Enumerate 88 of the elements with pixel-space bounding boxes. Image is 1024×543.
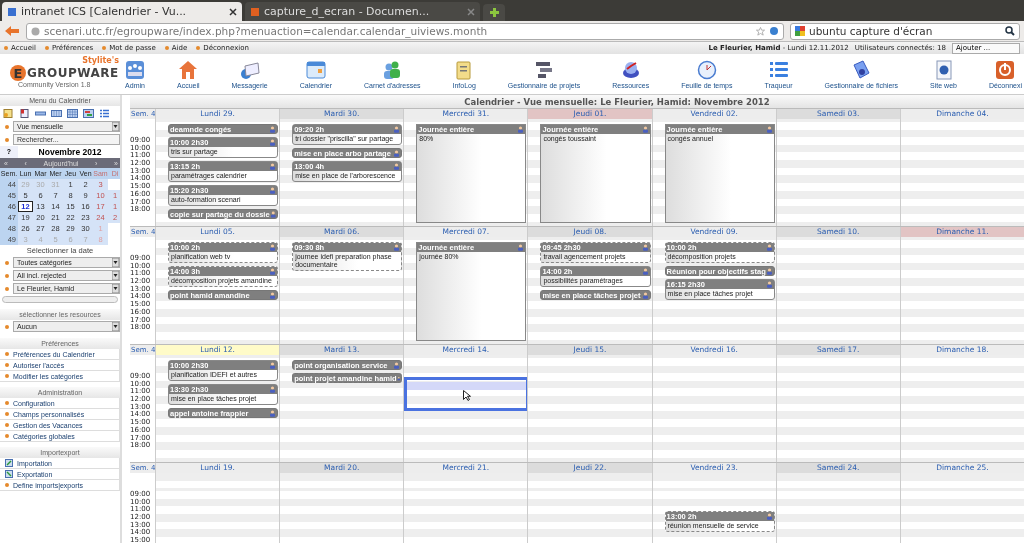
- new-tab-button[interactable]: [483, 4, 505, 21]
- logo-tagline: Stylite's: [82, 56, 119, 65]
- user-icon: [393, 244, 401, 251]
- user-icon: [269, 163, 277, 170]
- day-cell[interactable]: [899, 355, 1024, 462]
- caret-icon: [112, 122, 119, 131]
- user-icon: [269, 386, 277, 393]
- page-icon: [250, 6, 260, 17]
- user-icon: [641, 244, 649, 251]
- day-cell[interactable]: [651, 355, 776, 462]
- page-icon: [7, 6, 17, 17]
- bookmark-icon[interactable]: [19, 108, 30, 118]
- close-icon[interactable]: [229, 7, 237, 16]
- user-icon: [517, 126, 525, 133]
- day-cell[interactable]: [527, 473, 652, 543]
- day-cell[interactable]: [899, 119, 1024, 226]
- day-cell[interactable]: [899, 473, 1024, 543]
- user-icon: [269, 291, 277, 299]
- scrollbar[interactable]: [2, 296, 118, 303]
- user-icon: [765, 281, 773, 288]
- gantt-icon: [534, 60, 554, 80]
- user-icon: [393, 361, 401, 369]
- new-note-icon[interactable]: [3, 108, 14, 118]
- user-icon: [765, 126, 773, 133]
- list-icon: [768, 60, 789, 80]
- user-icon: [765, 244, 773, 251]
- user-icon: [269, 244, 277, 251]
- day-cell[interactable]: [403, 473, 528, 543]
- import-icon: [5, 459, 13, 467]
- user-icon: [641, 291, 649, 299]
- dish-icon: [620, 60, 641, 80]
- logo-badge: E: [10, 65, 26, 81]
- user-icon: [641, 126, 649, 133]
- user-icon: [517, 244, 525, 251]
- caret-icon: [112, 284, 119, 293]
- user-icon: [393, 163, 401, 170]
- day-cell[interactable]: [899, 237, 1024, 344]
- export-icon: [5, 470, 13, 478]
- day-cell[interactable]: [775, 473, 900, 543]
- calendar-icon: [305, 60, 326, 80]
- day-cell[interactable]: [775, 355, 900, 462]
- pointer-icon: [462, 390, 471, 401]
- day-view-icon[interactable]: [35, 108, 46, 118]
- url-field[interactable]: scenari.utc.fr/egroupware/index.php?menuaction=calendar.calendar_uiviews.month: [26, 22, 784, 40]
- user-icon: [269, 139, 277, 146]
- day-cell[interactable]: [775, 119, 900, 226]
- web-page-icon: [933, 60, 954, 80]
- people-icon: [125, 60, 145, 80]
- clock-icon: [696, 60, 717, 80]
- logo-text: GROUPWARE: [27, 66, 119, 80]
- user-icon: [269, 268, 277, 275]
- search-engine-icon: [795, 26, 805, 36]
- search-icon[interactable]: [1005, 26, 1015, 36]
- user-icon: [269, 362, 277, 369]
- user-icon: [269, 187, 277, 194]
- house-icon: [178, 60, 199, 80]
- plus-icon: [488, 7, 500, 18]
- day-cell[interactable]: [155, 473, 280, 543]
- search-field[interactable]: ubuntu capture d'écran: [790, 22, 1020, 40]
- star-icon[interactable]: [756, 26, 765, 36]
- user-icon: [269, 125, 277, 133]
- user-icon: [269, 210, 277, 218]
- browser-tab[interactable]: capture_d_ecran - Documen...: [245, 2, 480, 21]
- day-cell[interactable]: [775, 237, 900, 344]
- day-cell[interactable]: [403, 355, 528, 462]
- calendar-title: Calendrier - Vue mensuelle: Le Fleurier, Hamid: Novembre 2012: [130, 95, 1024, 108]
- user-icon: [393, 126, 401, 133]
- user-icon: [393, 149, 401, 157]
- user-icon: [765, 267, 773, 275]
- power-icon: [995, 60, 1016, 80]
- user-icon: [641, 268, 649, 275]
- caret-icon: [112, 271, 119, 280]
- user-icon: [269, 409, 277, 417]
- day-cell[interactable]: [279, 473, 404, 543]
- back-arrow-icon[interactable]: [4, 25, 20, 37]
- user-icon: [396, 374, 401, 382]
- planner-icon[interactable]: [83, 108, 94, 118]
- month-view-icon[interactable]: [67, 108, 78, 118]
- week-view-icon[interactable]: [51, 108, 62, 118]
- caret-icon: [112, 258, 119, 267]
- month-title: Novembre 2012: [37, 146, 103, 158]
- user-icon: [765, 513, 773, 520]
- day-cell[interactable]: [527, 355, 652, 462]
- browser-tab[interactable]: intranet ICS [Calendrier - Vu...: [2, 2, 242, 21]
- envelope-icon: [239, 60, 260, 80]
- contacts-icon: [382, 60, 403, 80]
- list-icon[interactable]: [99, 108, 110, 118]
- caret-icon: [112, 322, 119, 331]
